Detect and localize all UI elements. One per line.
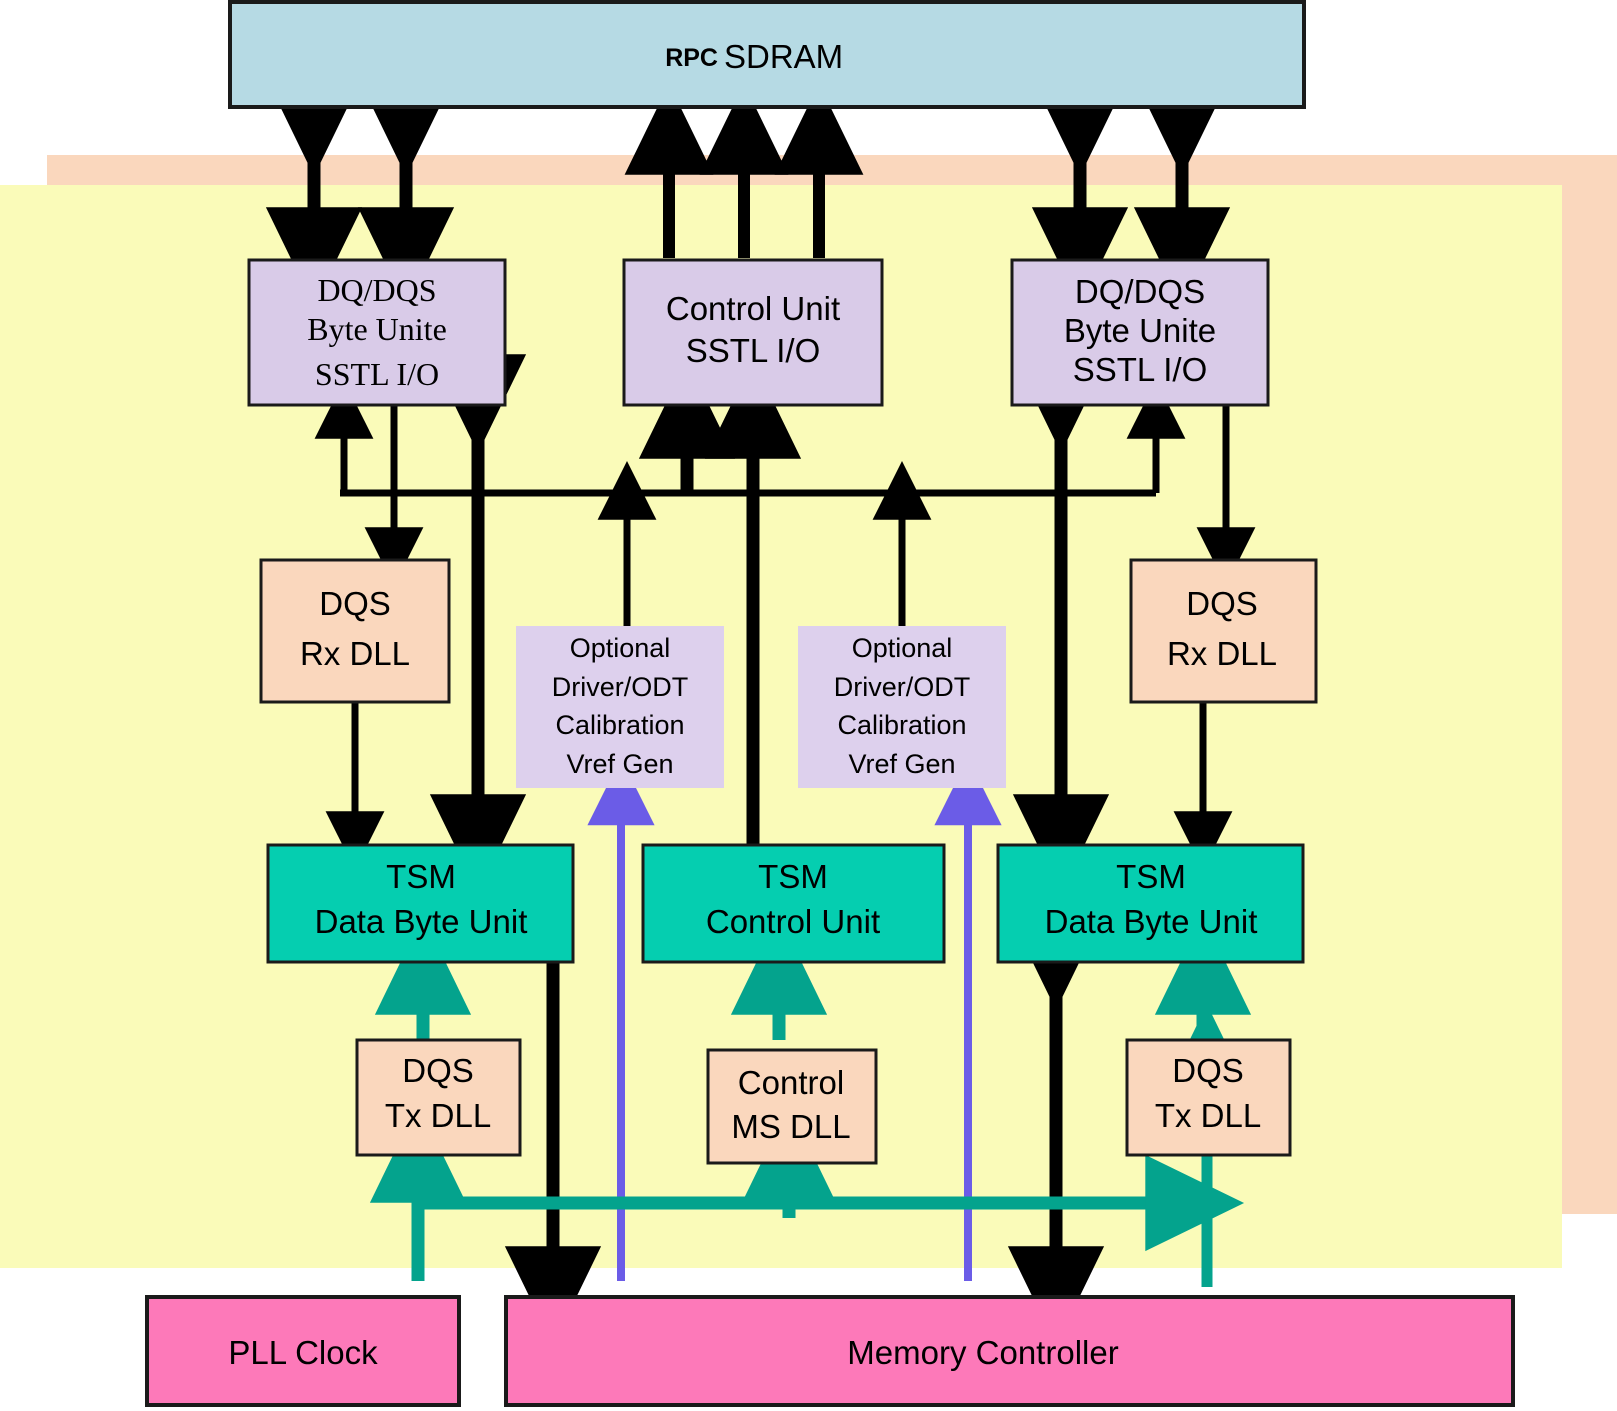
dqs-tx-dll-left-line-1: Tx DLL — [385, 1097, 491, 1134]
optional-left-line-2: Calibration — [555, 710, 684, 740]
dq-dqs-left-line-2: SSTL I/O — [315, 356, 439, 392]
dqs-rx-dll-left-line-1: Rx DLL — [300, 635, 410, 672]
control-unit-io-block[interactable]: Control Unit SSTL I/O — [622, 258, 884, 407]
dqs-tx-dll-right-line-1: Tx DLL — [1155, 1097, 1261, 1134]
memory-controller-label: Memory Controller — [847, 1334, 1118, 1371]
dq-dqs-right-line-0: DQ/DQS — [1075, 273, 1205, 310]
optional-calibration-right-block[interactable]: Optional Driver/ODT Calibration Vref Gen — [798, 626, 1006, 788]
dqs-rx-dll-right-block[interactable]: DQS Rx DLL — [1129, 558, 1318, 704]
tsm-data-byte-unit-left-block[interactable]: TSM Data Byte Unit — [266, 843, 575, 964]
dqs-rx-dll-left-line-0: DQS — [319, 585, 391, 622]
rpc-sdram-prefix: RPC — [665, 44, 718, 72]
tsm-right-line-1: Data Byte Unit — [1045, 903, 1258, 940]
pll-clock-block[interactable]: PLL Clock — [145, 1295, 461, 1407]
dq-dqs-right-line-1: Byte Unite — [1064, 312, 1216, 349]
dqs-rx-dll-left-block[interactable]: DQS Rx DLL — [259, 558, 451, 704]
dq-dqs-left-block[interactable]: DQ/DQS Byte Unite SSTL I/O — [247, 258, 507, 407]
optional-right-line-1: Driver/ODT — [834, 672, 971, 702]
tsm-left-line-1: Data Byte Unit — [315, 903, 528, 940]
optional-left-line-1: Driver/ODT — [552, 672, 689, 702]
pll-clock-label: PLL Clock — [228, 1334, 378, 1371]
dq-dqs-right-line-2: SSTL I/O — [1073, 351, 1207, 388]
control-unit-io-line-1: SSTL I/O — [686, 332, 820, 369]
dqs-tx-dll-left-block[interactable]: DQS Tx DLL — [355, 1038, 522, 1157]
control-ms-dll-line-1: MS DLL — [731, 1108, 850, 1145]
optional-left-line-0: Optional — [570, 633, 671, 663]
diagram-canvas: RPC SDRAM DQ/DQS Byte Unite SSTL I/O Con… — [0, 0, 1617, 1411]
optional-calibration-left-block[interactable]: Optional Driver/ODT Calibration Vref Gen — [516, 626, 724, 788]
rpc-sdram-label: SDRAM — [724, 38, 843, 75]
tsm-data-byte-unit-right-block[interactable]: TSM Data Byte Unit — [996, 843, 1305, 964]
block-diagram: RPC SDRAM DQ/DQS Byte Unite SSTL I/O Con… — [0, 0, 1617, 1407]
tsm-control-line-0: TSM — [758, 858, 828, 895]
control-ms-dll-block[interactable]: Control MS DLL — [706, 1048, 878, 1165]
dq-dqs-left-line-1: Byte Unite — [307, 311, 447, 347]
control-unit-io-line-0: Control Unit — [666, 290, 840, 327]
dqs-tx-dll-right-block[interactable]: DQS Tx DLL — [1125, 1038, 1292, 1157]
tsm-left-line-0: TSM — [386, 858, 456, 895]
dq-dqs-left-line-0: DQ/DQS — [317, 272, 436, 308]
dqs-rx-dll-right-line-1: Rx DLL — [1167, 635, 1277, 672]
tsm-control-line-1: Control Unit — [706, 903, 880, 940]
dqs-tx-dll-right-line-0: DQS — [1172, 1052, 1244, 1089]
dqs-tx-dll-left-line-0: DQS — [402, 1052, 474, 1089]
control-ms-dll-line-0: Control — [738, 1064, 844, 1101]
dq-dqs-right-block[interactable]: DQ/DQS Byte Unite SSTL I/O — [1010, 258, 1270, 407]
optional-left-line-3: Vref Gen — [566, 749, 673, 779]
tsm-control-unit-block[interactable]: TSM Control Unit — [641, 843, 946, 964]
memory-controller-block[interactable]: Memory Controller — [504, 1295, 1515, 1407]
optional-right-line-3: Vref Gen — [848, 749, 955, 779]
optional-right-line-0: Optional — [852, 633, 953, 663]
tsm-right-line-0: TSM — [1116, 858, 1186, 895]
optional-right-line-2: Calibration — [837, 710, 966, 740]
dqs-rx-dll-right-line-0: DQS — [1186, 585, 1258, 622]
rpc-sdram-block[interactable]: RPC SDRAM — [228, 0, 1306, 109]
